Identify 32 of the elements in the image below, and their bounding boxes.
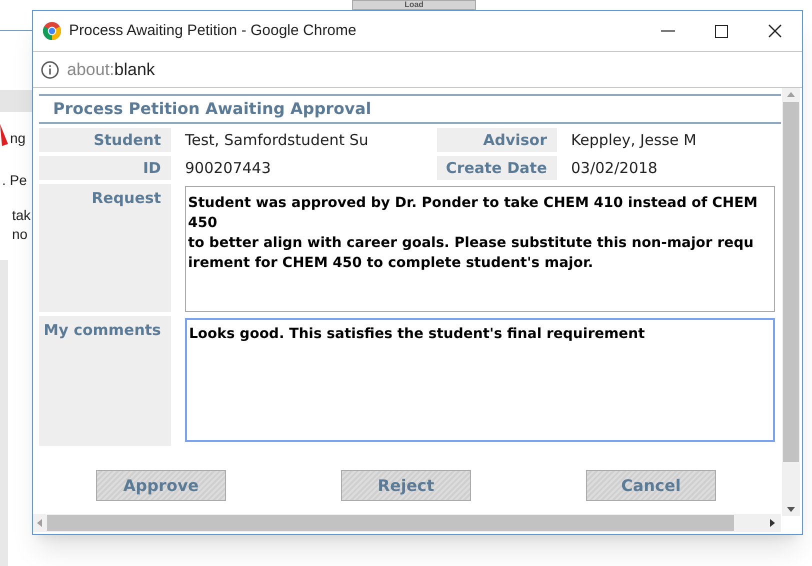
action-button[interactable]: Approve: [96, 470, 226, 501]
close-icon[interactable]: [768, 24, 782, 38]
field-value: 03/02/2018: [571, 158, 658, 179]
field-label: Student: [39, 128, 171, 152]
info-icon[interactable]: [41, 60, 59, 78]
comments-text-area[interactable]: Looks good. This satisfies the student's final requirement: [185, 318, 775, 442]
arrow-icon: [0, 124, 8, 146]
field-value: 900207443: [185, 158, 272, 179]
action-button[interactable]: Reject: [341, 470, 471, 501]
field-label: My comments: [39, 316, 171, 446]
field-label: ID: [39, 156, 171, 180]
field-label: Request: [39, 184, 171, 312]
load-button[interactable]: Load: [352, 0, 476, 10]
horizontal-scrollbar[interactable]: [33, 514, 781, 532]
field-label: Advisor: [437, 128, 557, 152]
form-heading: Process Petition Awaiting Approval: [39, 94, 781, 124]
request-text-area[interactable]: Student was approved by Dr. Ponder to take CHEM 410 instead of CHEM 450 to better align with career goals. Please substitute this non-major requ irement for CHEM 450 to complete student's major.: [185, 186, 775, 312]
field-value: Keppley, Jesse M: [571, 130, 698, 151]
address-field[interactable]: about:blank: [67, 56, 155, 82]
browser-logo-icon: [43, 22, 61, 40]
text-fragment: no: [12, 225, 28, 244]
vertical-scrollbar[interactable]: [782, 88, 800, 516]
minimize-icon[interactable]: [661, 30, 675, 32]
text-fragment: tak: [12, 206, 31, 225]
maximize-icon[interactable]: [715, 24, 728, 38]
field-label: Create Date: [437, 156, 557, 180]
header-bar: [0, 90, 32, 112]
window-title: Process Awaiting Petition - Google Chrome: [69, 20, 356, 41]
action-button[interactable]: Cancel: [586, 470, 716, 501]
text-fragment: ng: [10, 129, 26, 148]
text-fragment: . Pe: [2, 171, 27, 190]
field-value: Test, Samfordstudent Su: [185, 130, 370, 151]
